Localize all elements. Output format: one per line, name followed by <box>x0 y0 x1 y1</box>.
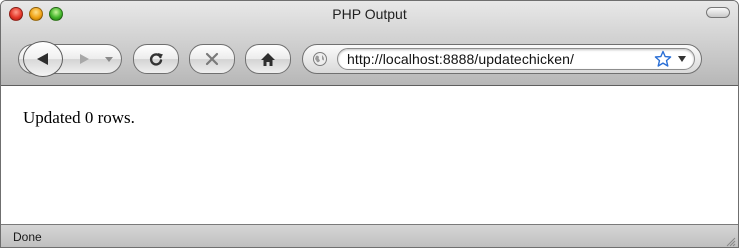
window-title: PHP Output <box>332 6 407 22</box>
url-input[interactable]: http://localhost:8888/updatechicken/ <box>337 48 695 70</box>
back-arrow-icon <box>37 53 48 65</box>
resize-grip-icon[interactable] <box>724 235 736 247</box>
chevron-down-icon[interactable] <box>677 54 687 63</box>
home-icon <box>261 52 275 66</box>
history-dropdown-button[interactable] <box>100 49 118 69</box>
page-content: Updated 0 rows. <box>1 86 738 224</box>
status-bar: Done <box>1 224 738 247</box>
history-dropdown-icon <box>105 57 113 62</box>
home-button[interactable] <box>245 44 291 74</box>
reload-icon <box>149 53 163 66</box>
browser-window: PHP Output http://localhost:8888/updatec… <box>0 0 739 248</box>
site-identity-button[interactable] <box>311 50 329 68</box>
forward-button[interactable] <box>71 49 97 69</box>
toolbar-toggle-button[interactable] <box>706 7 730 18</box>
globe-icon <box>313 52 327 66</box>
url-text: http://localhost:8888/updatechicken/ <box>347 51 574 67</box>
reload-button[interactable] <box>133 44 179 74</box>
star-icon[interactable] <box>654 50 672 68</box>
title-toolbar: PHP Output http://localhost:8888/updatec… <box>1 1 738 86</box>
stop-button[interactable] <box>189 44 235 74</box>
address-bar: http://localhost:8888/updatechicken/ <box>302 44 702 74</box>
forward-arrow-icon <box>80 54 89 64</box>
stop-x-icon <box>205 52 219 66</box>
page-message: Updated 0 rows. <box>23 108 135 127</box>
status-text: Done <box>13 230 42 244</box>
back-button[interactable] <box>23 41 63 77</box>
